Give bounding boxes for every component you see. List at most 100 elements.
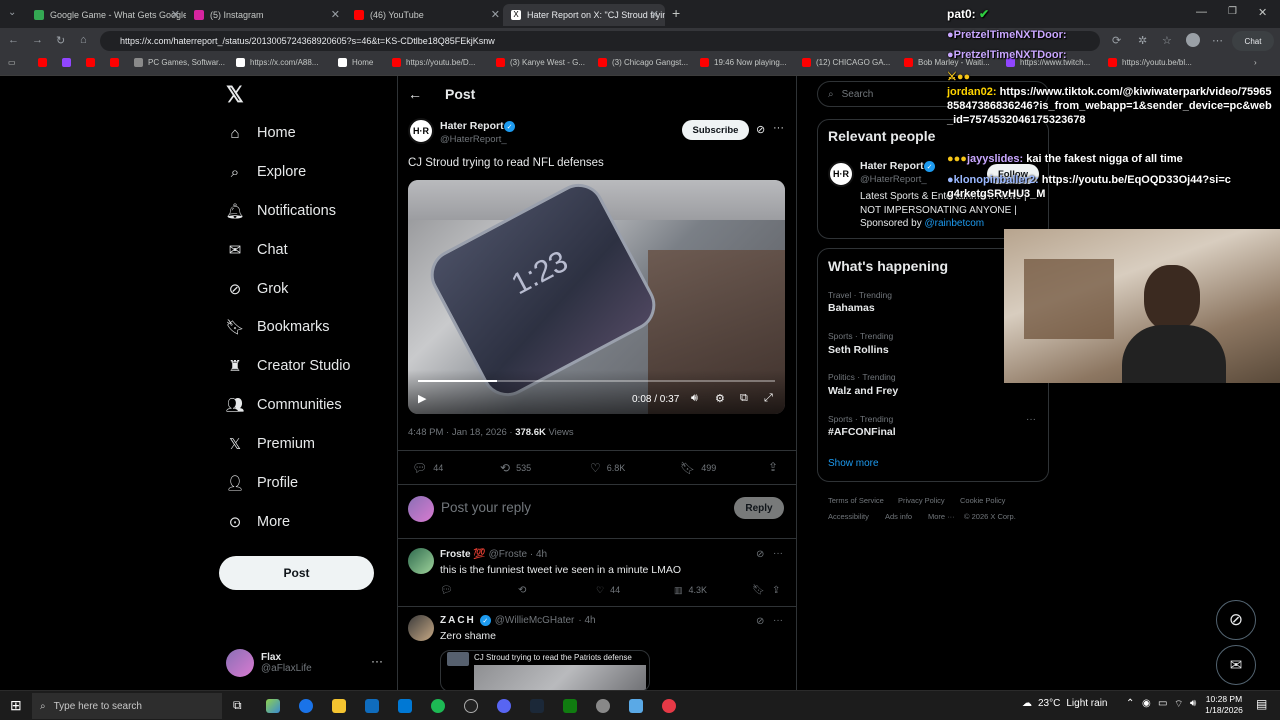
footer-link[interactable]: Ads info <box>885 512 912 521</box>
media-player-icon[interactable] <box>464 699 478 713</box>
person-avatar[interactable]: H·R <box>828 161 854 187</box>
comment-icon[interactable]: 💬︎ <box>440 585 453 596</box>
new-tab-icon[interactable]: + <box>672 5 680 21</box>
like-action[interactable]: ♡ 44 <box>596 585 620 596</box>
close-tab-icon[interactable]: ✕ <box>331 8 340 21</box>
reading-list-icon[interactable]: ▭ <box>8 58 16 67</box>
nav-notifications[interactable]: 🔔︎ Notifications <box>225 202 336 220</box>
tab-list-icon[interactable]: ⌄ <box>8 7 16 18</box>
reply-input[interactable]: Post your reply <box>441 500 531 515</box>
avatar[interactable] <box>408 615 434 641</box>
nav-home[interactable]: ⌂ Home <box>226 124 295 142</box>
restore-icon[interactable]: ❐ <box>1228 6 1237 17</box>
copilot-icon[interactable] <box>266 699 280 713</box>
bookmark-action[interactable]: 🔖︎ 499 <box>680 461 716 475</box>
tab-youtube[interactable]: (46) YouTube ✕ <box>346 4 506 26</box>
profile-avatar-icon[interactable] <box>1186 33 1200 47</box>
account-switcher[interactable]: Flax @aFlaxLife ··· <box>226 646 386 680</box>
bookmark-item[interactable]: (12) CHICAGO GA... <box>802 58 890 67</box>
close-tab-icon[interactable]: ✕ <box>491 8 500 21</box>
compose-post-button[interactable]: Post <box>219 556 374 590</box>
bookmark-icon[interactable]: 🔖︎ <box>752 585 765 596</box>
bookmark-item[interactable]: https://youtu.be/bl... <box>1108 58 1192 67</box>
puzzle-icon[interactable]: ✲ <box>1138 34 1147 47</box>
back-icon[interactable]: ← <box>8 34 19 46</box>
views-action[interactable]: ▥ 4.3K <box>674 585 707 596</box>
tab-hater-report[interactable]: X Hater Report on X: "CJ Stroud tryin ✕ <box>503 4 665 26</box>
nav-chat[interactable]: ✉ Chat <box>226 241 288 259</box>
bookmark-yt-icon[interactable] <box>86 58 100 67</box>
more-dots-icon[interactable]: ··· <box>773 122 784 134</box>
bookmark-item[interactable]: PC Games, Softwar... <box>134 58 225 67</box>
reply-author[interactable]: ZACH <box>440 615 476 626</box>
more-dots-icon[interactable]: ··· <box>773 615 783 626</box>
grok-icon[interactable]: ⊘ <box>756 123 765 136</box>
avatar[interactable] <box>408 548 434 574</box>
video-player[interactable]: 1:23 ▶ 0:08 / 0:37 🔊︎ ⚙ ⧉ ⤢ <box>408 180 785 414</box>
bookmark-item[interactable]: https://x.com/A88... <box>236 58 318 67</box>
extensions-icon[interactable]: ⟳ <box>1112 34 1121 47</box>
author-handle[interactable]: @HaterReport_ <box>440 134 507 145</box>
network-icon[interactable]: ⌔ <box>1174 698 1183 711</box>
more-bookmarks-icon[interactable]: › <box>1254 58 1257 67</box>
file-explorer-icon[interactable] <box>332 699 346 713</box>
nav-more[interactable]: ⊙ More <box>226 513 290 531</box>
author-avatar[interactable]: H·R <box>408 118 434 144</box>
back-arrow-icon[interactable]: ← <box>408 86 422 102</box>
app-icon[interactable] <box>596 699 610 713</box>
author-name[interactable]: Hater Report <box>440 120 504 132</box>
pip-icon[interactable]: ⧉ <box>740 392 748 405</box>
close-window-icon[interactable]: ✕ <box>1258 6 1267 19</box>
repost-icon[interactable]: ⟲ <box>518 585 526 596</box>
mail-app-icon[interactable] <box>398 699 412 713</box>
edge-browser-icon[interactable] <box>299 699 313 713</box>
subscribe-button[interactable]: Subscribe <box>682 120 749 140</box>
steam-icon[interactable] <box>530 699 544 713</box>
footer-link[interactable]: Cookie Policy <box>960 496 1005 505</box>
x-logo-icon[interactable]: 𝕏 <box>226 82 244 108</box>
share-icon[interactable]: ⇪ <box>768 460 778 474</box>
bio-link[interactable]: @rainbetcom <box>925 218 985 229</box>
person-name[interactable]: Hater Report <box>860 160 924 172</box>
xbox-icon[interactable] <box>563 699 577 713</box>
more-dots-icon[interactable]: ··· <box>1026 414 1036 425</box>
store-icon[interactable] <box>365 699 379 713</box>
clock[interactable]: 10:28 PM 1/18/2026 <box>1200 694 1248 716</box>
reply-action[interactable]: 💬︎ 44 <box>412 461 443 475</box>
bookmark-twitch-icon[interactable] <box>62 58 76 67</box>
speaker-icon[interactable]: 🔊︎ <box>1190 698 1196 709</box>
app-icon[interactable] <box>629 699 643 713</box>
tab-instagram[interactable]: (5) Instagram ✕ <box>186 4 346 26</box>
person-handle[interactable]: @HaterReport_ <box>860 174 927 185</box>
nav-profile[interactable]: 👤︎ Profile <box>225 474 298 492</box>
quoted-post[interactable]: CJ Stroud trying to read the Patriots de… <box>440 650 650 692</box>
taskbar-search-input[interactable]: ⌕ Type here to search <box>32 693 222 719</box>
bookmark-item[interactable]: (3) Chicago Gangst... <box>598 58 688 67</box>
play-icon[interactable]: ▶ <box>418 392 426 405</box>
minimize-icon[interactable]: — <box>1196 6 1207 18</box>
bookmark-item[interactable]: (3) Kanye West - G... <box>496 58 585 67</box>
bookmark-item[interactable]: https://youtu.be/D... <box>392 58 475 67</box>
nav-grok[interactable]: ⊘ Grok <box>226 280 289 298</box>
volume-icon[interactable]: 🔊︎ <box>691 392 698 405</box>
reply-handle[interactable]: @Froste <box>489 549 528 560</box>
weather-widget[interactable]: ☁ 23°C Light rain <box>1022 698 1107 709</box>
close-tab-icon[interactable]: ✕ <box>171 8 180 21</box>
bookmark-item[interactable]: 19:46 Now playing... <box>700 58 787 67</box>
nav-premium[interactable]: 𝕏 Premium <box>226 435 315 453</box>
like-action[interactable]: ♡ 6.8K <box>590 461 625 475</box>
close-tab-icon[interactable]: ✕ <box>650 8 659 21</box>
nav-explore[interactable]: ⌕ Explore <box>226 163 306 181</box>
battery-icon[interactable]: ▭ <box>1158 698 1167 709</box>
tray-app-icon[interactable]: ◉ <box>1142 698 1151 709</box>
app-icon[interactable] <box>662 699 676 713</box>
footer-link[interactable]: More ··· <box>928 512 955 521</box>
tray-chevron-icon[interactable]: ⌃ <box>1126 698 1134 709</box>
grok-fab[interactable]: ⊘ <box>1216 600 1256 640</box>
reply-author[interactable]: Froste <box>440 549 471 560</box>
menu-dots-icon[interactable]: ⋯ <box>1212 34 1223 47</box>
repost-action[interactable]: ⟲ 535 <box>500 461 531 475</box>
nav-creator-studio[interactable]: ♜ Creator Studio <box>226 357 350 375</box>
task-view-icon[interactable]: ⧉ <box>233 698 242 713</box>
share-icon[interactable]: ⇪ <box>772 585 780 596</box>
